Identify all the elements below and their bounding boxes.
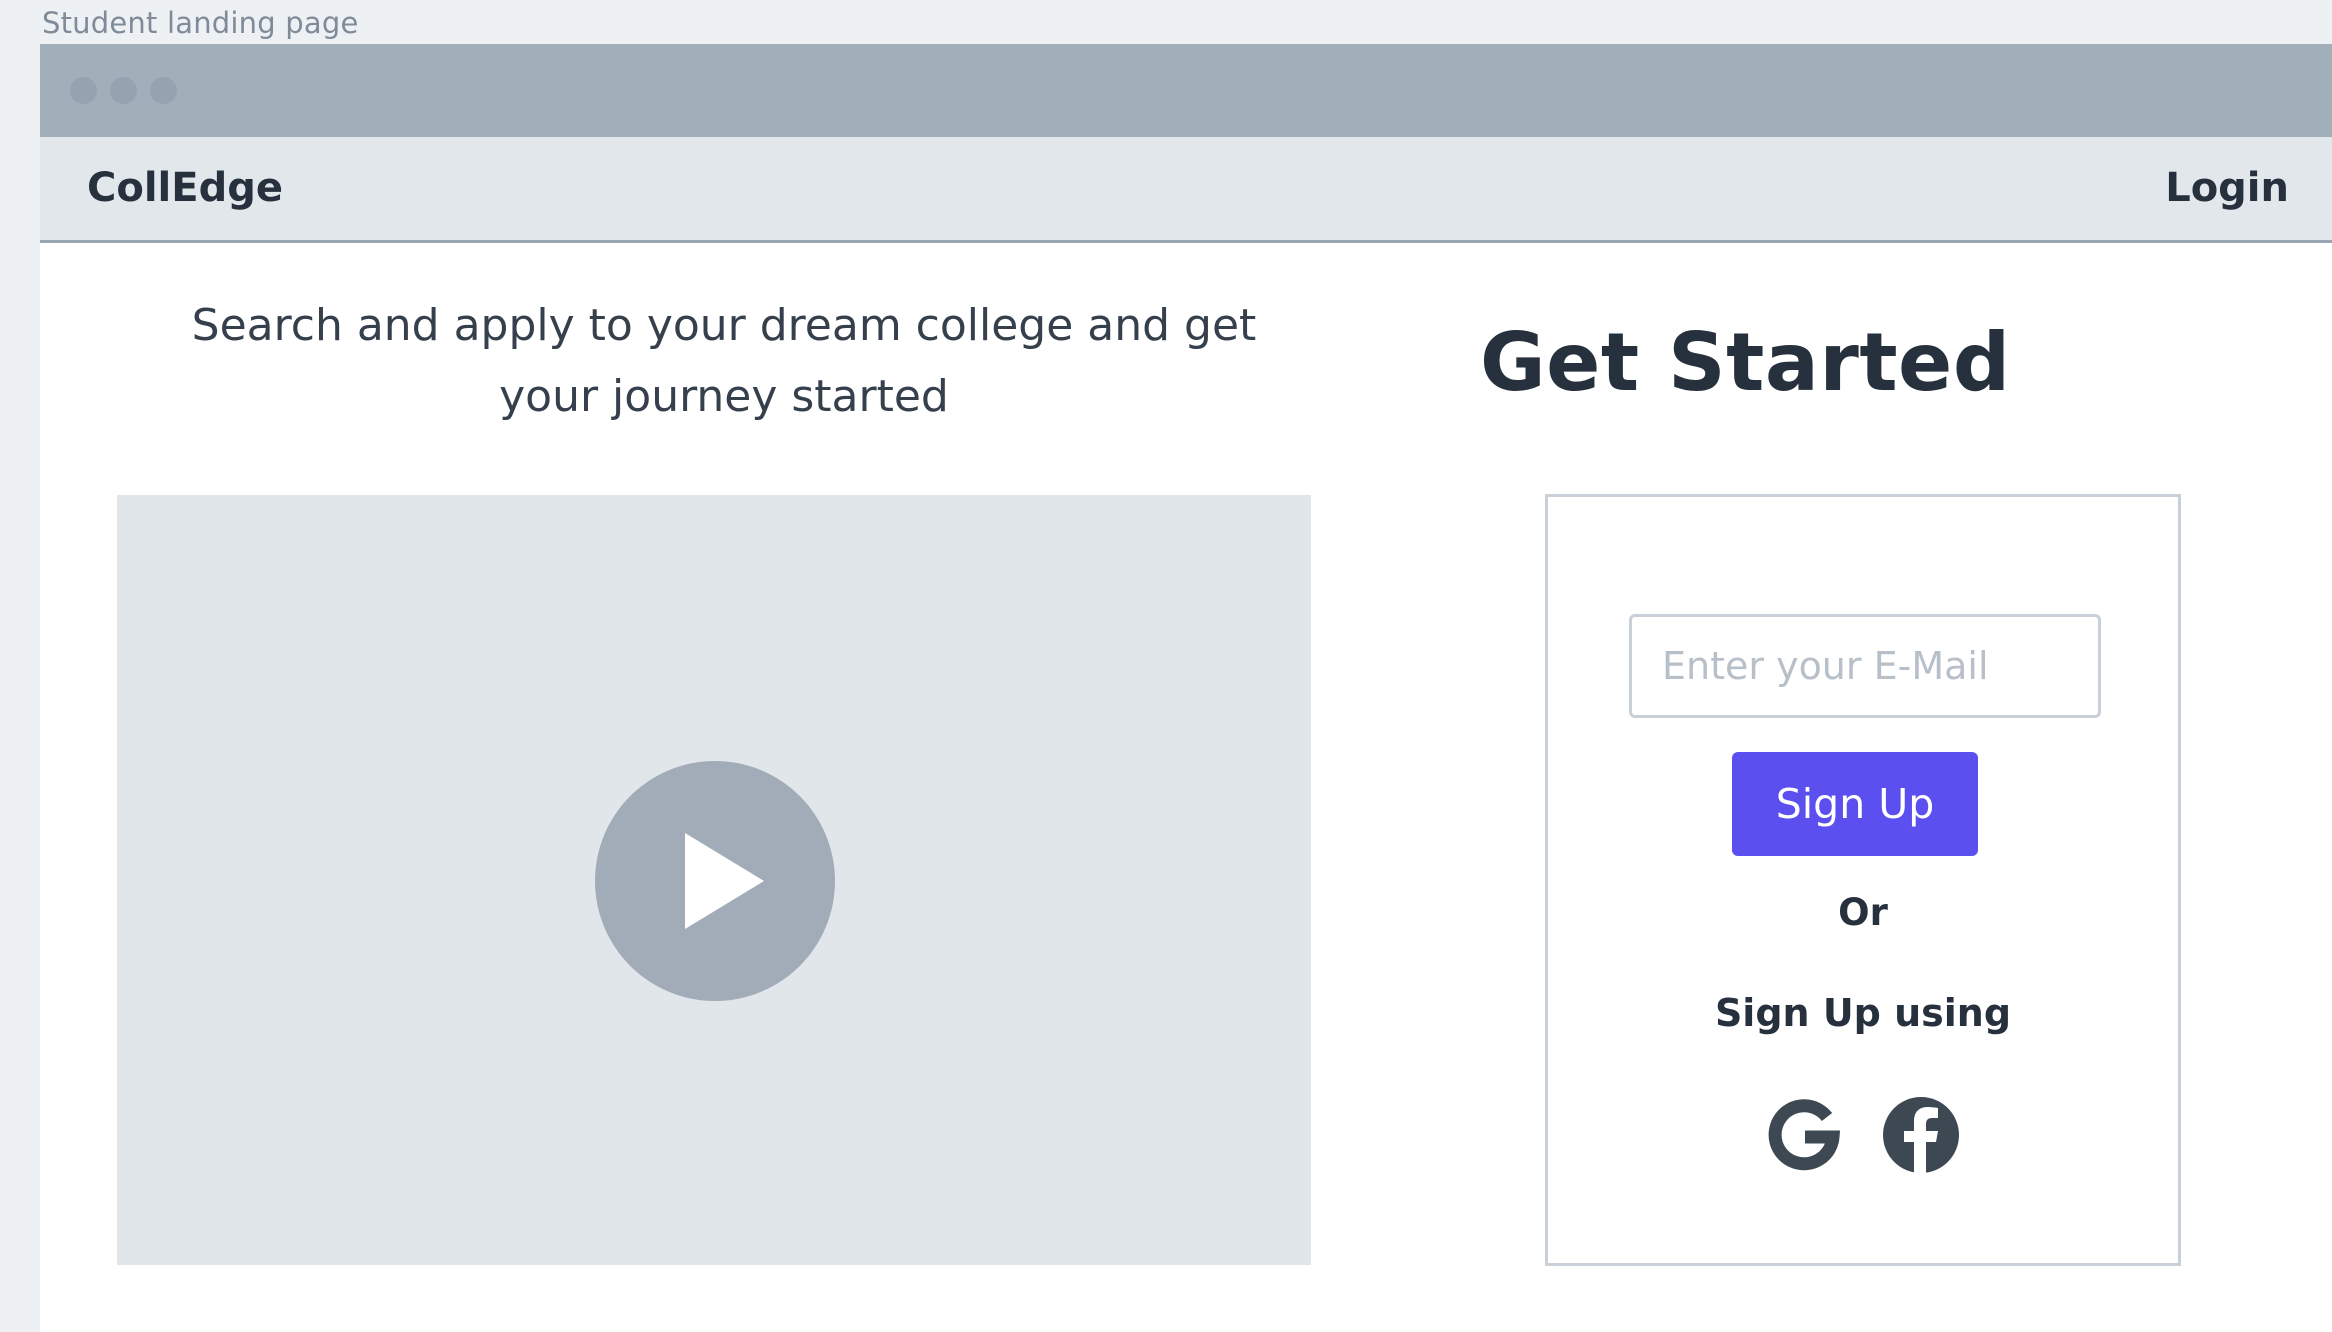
social-login-group (1548, 1095, 2178, 1175)
frame-label: Student landing page (42, 6, 359, 40)
sign-up-using-label: Sign Up using (1714, 991, 2012, 1035)
window-close-dot[interactable] (70, 77, 97, 104)
facebook-icon[interactable] (1881, 1095, 1961, 1175)
window-titlebar (40, 44, 2332, 137)
brand-logo[interactable]: CollEdge (87, 137, 283, 240)
hero-tagline: Search and apply to your dream college a… (124, 290, 1324, 432)
google-icon[interactable] (1765, 1095, 1845, 1175)
tagline-line-2: your journey started (499, 371, 949, 422)
play-icon (685, 833, 764, 929)
window-maximize-dot[interactable] (150, 77, 177, 104)
play-button[interactable] (595, 761, 835, 1001)
window-minimize-dot[interactable] (110, 77, 137, 104)
or-divider-text: Or (1838, 891, 1888, 934)
signup-card: Sign Up Or Sign Up using (1545, 494, 2181, 1266)
video-placeholder[interactable] (117, 495, 1311, 1265)
get-started-heading: Get Started (1480, 316, 2011, 409)
browser-window: CollEdge Login Search and apply to your … (40, 44, 2332, 1332)
sign-up-button[interactable]: Sign Up (1732, 752, 1978, 856)
navbar: CollEdge Login (40, 137, 2332, 243)
email-input[interactable] (1629, 614, 2101, 718)
login-link[interactable]: Login (2165, 137, 2289, 240)
window-controls (70, 77, 177, 104)
tagline-line-1: Search and apply to your dream college a… (191, 300, 1257, 351)
